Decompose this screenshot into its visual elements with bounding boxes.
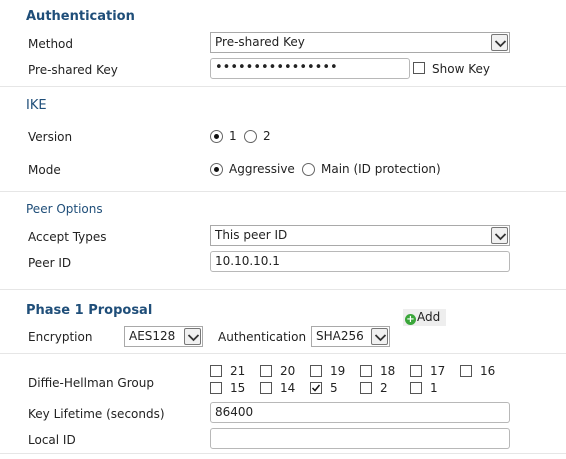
dh-group-18-checkbox[interactable] xyxy=(360,365,372,377)
phase1-heading: Phase 1 Proposal xyxy=(26,303,153,318)
divider xyxy=(0,191,566,192)
dh-group-17-checkbox[interactable] xyxy=(410,365,422,377)
authentication-select[interactable]: SHA256 xyxy=(311,326,390,347)
dh-group-2-label: 2 xyxy=(380,381,388,395)
plus-circle-icon: + xyxy=(405,314,416,325)
dh-group-5-label: 5 xyxy=(330,381,338,395)
dh-group-15-checkbox[interactable] xyxy=(210,382,222,394)
dh-group-label: Diffie-Hellman Group xyxy=(28,376,154,390)
encryption-value: AES128 xyxy=(129,329,176,343)
divider xyxy=(0,86,566,87)
dh-group-21-label: 21 xyxy=(230,364,246,378)
dh-group-16-checkbox[interactable] xyxy=(460,365,472,377)
encryption-label: Encryption xyxy=(28,330,93,344)
dh-group-5-checkbox[interactable] xyxy=(310,382,322,394)
authentication-value: SHA256 xyxy=(316,329,364,343)
peer-options-heading: Peer Options xyxy=(26,202,103,216)
dh-group-2-checkbox[interactable] xyxy=(360,382,372,394)
version-2-label: 2 xyxy=(263,129,271,143)
dh-group-15-label: 15 xyxy=(230,381,246,395)
local-id-label: Local ID xyxy=(28,433,76,447)
mode-aggressive-label: Aggressive xyxy=(229,162,295,176)
key-lifetime-input[interactable]: 86400 xyxy=(210,402,510,423)
version-1-radio[interactable] xyxy=(210,130,223,143)
dh-group-14-checkbox[interactable] xyxy=(260,382,272,394)
divider xyxy=(0,289,566,290)
divider xyxy=(0,353,566,354)
mode-label: Mode xyxy=(28,163,61,177)
chevron-down-icon[interactable] xyxy=(491,227,508,244)
authentication-heading: Authentication xyxy=(26,9,135,24)
chevron-down-icon[interactable] xyxy=(491,34,508,51)
authentication-label: Authentication xyxy=(218,330,307,344)
peer-id-input[interactable]: 10.10.10.1 xyxy=(210,251,510,272)
dh-group-16-label: 16 xyxy=(480,364,496,378)
mode-main-radio[interactable] xyxy=(302,163,315,176)
mode-main-label: Main (ID protection) xyxy=(321,162,441,176)
method-label: Method xyxy=(28,37,74,51)
add-label: Add xyxy=(417,310,441,324)
checkmark-icon xyxy=(311,384,321,392)
mode-aggressive-radio[interactable] xyxy=(210,163,223,176)
dh-group-1-label: 1 xyxy=(430,381,438,395)
version-label: Version xyxy=(28,130,73,144)
peer-id-label: Peer ID xyxy=(28,256,72,270)
dh-group-18-label: 18 xyxy=(380,364,396,378)
accept-types-value: This peer ID xyxy=(215,228,288,242)
chevron-down-icon[interactable] xyxy=(371,328,388,345)
dh-group-20-checkbox[interactable] xyxy=(260,365,272,377)
method-value: Pre-shared Key xyxy=(215,35,305,49)
accept-types-label: Accept Types xyxy=(28,230,107,244)
ike-heading: IKE xyxy=(26,98,47,113)
show-key-checkbox[interactable] xyxy=(413,62,425,74)
psk-input[interactable]: •••••••••••••••• xyxy=(210,58,410,79)
add-button[interactable]: + Add xyxy=(403,309,447,326)
dh-group-21-checkbox[interactable] xyxy=(210,365,222,377)
version-2-radio[interactable] xyxy=(244,130,257,143)
divider xyxy=(0,453,566,454)
dh-group-1-checkbox[interactable] xyxy=(410,382,422,394)
chevron-down-icon[interactable] xyxy=(184,328,201,345)
local-id-input[interactable] xyxy=(210,428,510,449)
method-select[interactable]: Pre-shared Key xyxy=(210,32,510,53)
version-1-label: 1 xyxy=(229,129,237,143)
show-key-label: Show Key xyxy=(432,62,490,76)
key-lifetime-label: Key Lifetime (seconds) xyxy=(28,407,165,421)
dh-group-17-label: 17 xyxy=(430,364,446,378)
dh-group-20-label: 20 xyxy=(280,364,296,378)
encryption-select[interactable]: AES128 xyxy=(124,326,203,347)
dh-group-19-label: 19 xyxy=(330,364,346,378)
dh-group-14-label: 14 xyxy=(280,381,296,395)
psk-label: Pre-shared Key xyxy=(28,63,118,77)
accept-types-select[interactable]: This peer ID xyxy=(210,225,510,246)
dh-group-19-checkbox[interactable] xyxy=(310,365,322,377)
